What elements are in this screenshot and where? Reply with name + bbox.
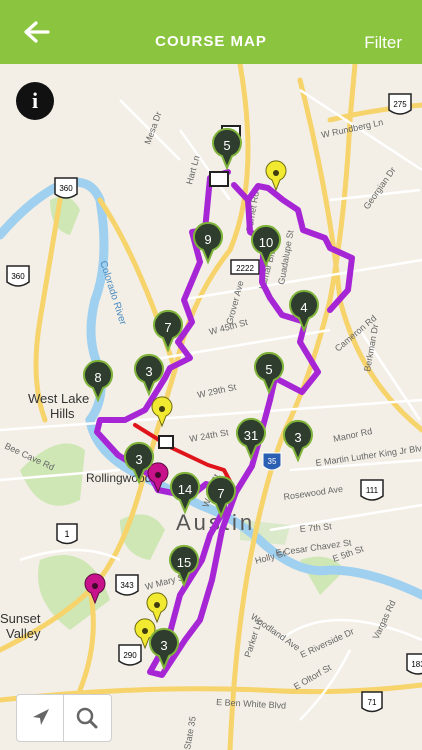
- course-marker-label: 7: [217, 486, 224, 501]
- info-icon: i: [31, 88, 39, 113]
- shield-360-south: 360: [11, 272, 25, 281]
- course-marker-label: 31: [244, 428, 258, 443]
- label-west-lake-hills-2: Hills: [50, 406, 75, 421]
- label-sunset-valley: Sunset: [0, 611, 41, 626]
- shield-360-north: 360: [59, 184, 73, 193]
- shield-35: 35: [268, 457, 277, 466]
- shield-71: 71: [368, 698, 377, 707]
- course-marker-label: 5: [223, 138, 230, 153]
- course-marker-label: 3: [135, 452, 142, 467]
- locate-button[interactable]: [17, 695, 63, 741]
- shield-1: 1: [64, 529, 69, 539]
- page-title: COURSE MAP: [155, 33, 267, 50]
- info-button[interactable]: i: [16, 82, 54, 120]
- shield-290: 290: [123, 651, 137, 660]
- map-canvas[interactable]: West Lake Hills Rollingwood Sunset Valle…: [0, 64, 422, 750]
- label-west-lake-hills: West Lake: [28, 391, 89, 406]
- course-marker-label: 7: [164, 320, 171, 335]
- tower-marker: [209, 171, 229, 187]
- shield-275: 275: [393, 100, 407, 109]
- label-sunset-valley-2: Valley: [6, 626, 41, 641]
- map-controls: [16, 694, 112, 742]
- shield-343: 343: [120, 581, 134, 590]
- search-button[interactable]: [64, 695, 110, 741]
- shield-183: 183: [411, 660, 422, 669]
- course-map[interactable]: West Lake Hills Rollingwood Sunset Valle…: [0, 64, 422, 750]
- course-marker-label: 10: [259, 235, 273, 250]
- shield-2222: 2222: [236, 264, 254, 273]
- course-marker-label: 3: [294, 430, 301, 445]
- course-marker-label: 5: [265, 362, 272, 377]
- course-marker-label: 9: [204, 232, 211, 247]
- course-marker-label: 4: [300, 300, 307, 315]
- course-marker-label: 14: [178, 482, 192, 497]
- search-icon: [76, 707, 98, 729]
- course-marker-label: 15: [177, 555, 191, 570]
- course-marker-label: 8: [94, 370, 101, 385]
- location-arrow-icon: [33, 709, 49, 725]
- course-marker-label: 3: [145, 364, 152, 379]
- shield-111: 111: [366, 486, 379, 495]
- tower-marker: [158, 435, 174, 449]
- course-marker-label: 3: [160, 638, 167, 653]
- header-bar: COURSE MAP Filter: [0, 0, 422, 64]
- filter-button[interactable]: Filter: [364, 0, 402, 64]
